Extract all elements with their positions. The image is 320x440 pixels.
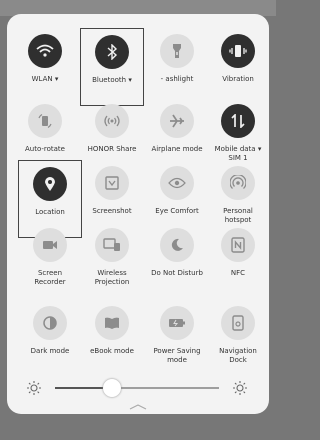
tile-do-not-disturb[interactable]: Do Not Disturb — [145, 222, 209, 300]
screenshot-icon — [95, 166, 129, 200]
battery-icon — [160, 306, 194, 340]
dark-mode-icon — [33, 306, 67, 340]
panel-drag-handle[interactable] — [128, 404, 148, 410]
tile-label: Vibration — [222, 75, 254, 83]
tile-wlan[interactable]: WLAN ▾ — [13, 28, 77, 106]
tile-label: - ashlight — [160, 75, 194, 83]
tile-label: Navigation Dock — [219, 347, 257, 364]
screen-recorder-icon — [33, 228, 67, 262]
bluetooth-icon — [95, 35, 129, 69]
hotspot-icon — [221, 166, 255, 200]
tile-label: Do Not Disturb — [151, 269, 203, 277]
tile-label: Location — [35, 208, 65, 216]
tile-vibration[interactable]: Vibration — [206, 28, 270, 106]
brightness-thumb[interactable] — [103, 379, 122, 397]
tile-label: eBook mode — [90, 347, 134, 355]
tile-flashlight[interactable]: - ashlight — [145, 28, 209, 106]
tile-label: Screenshot — [92, 207, 132, 215]
eye-comfort-icon — [160, 166, 194, 200]
tile-label: Dark mode — [30, 347, 70, 355]
wireless-projection-icon — [95, 228, 129, 262]
flashlight-icon — [160, 34, 194, 68]
background-strip — [0, 414, 276, 440]
tile-label: Wireless Projection — [94, 269, 130, 286]
tile-dark-mode[interactable]: Dark mode — [18, 300, 82, 378]
tile-nfc[interactable]: NFC — [206, 222, 270, 300]
brightness-high-icon — [232, 380, 248, 396]
nfc-icon — [221, 228, 255, 262]
tile-label: NFC — [230, 269, 246, 277]
mobile-data-icon — [221, 104, 255, 138]
ebook-icon — [95, 306, 129, 340]
tile-label: Bluetooth ▾ — [92, 76, 132, 84]
navigation-dock-icon — [221, 306, 255, 340]
honor-share-icon — [95, 104, 129, 138]
brightness-slider[interactable] — [22, 374, 252, 402]
tile-label: Auto-rotate — [24, 145, 65, 153]
location-icon — [33, 167, 67, 201]
tile-bluetooth[interactable]: Bluetooth ▾ — [80, 28, 144, 106]
tile-label: Screen Recorder — [34, 269, 66, 286]
tile-label: Eye Comfort — [155, 207, 199, 215]
moon-icon — [160, 228, 194, 262]
brightness-low-icon — [26, 380, 42, 396]
tile-screen-recorder[interactable]: Screen Recorder — [18, 222, 82, 300]
tile-ebook-mode[interactable]: eBook mode — [80, 300, 144, 378]
airplane-icon — [160, 104, 194, 138]
wifi-icon — [28, 34, 62, 68]
tile-navigation-dock[interactable]: Navigation Dock — [206, 300, 270, 378]
tile-label: Power Saving mode — [153, 347, 201, 364]
auto-rotate-icon — [28, 104, 62, 138]
tile-label: Airplane mode — [151, 145, 203, 153]
vibration-icon — [221, 34, 255, 68]
tile-wireless-projection[interactable]: Wireless Projection — [80, 222, 144, 300]
tile-power-saving[interactable]: Power Saving mode — [145, 300, 209, 378]
tile-label: HONOR Share — [87, 145, 137, 153]
tile-label: WLAN ▾ — [31, 75, 59, 83]
